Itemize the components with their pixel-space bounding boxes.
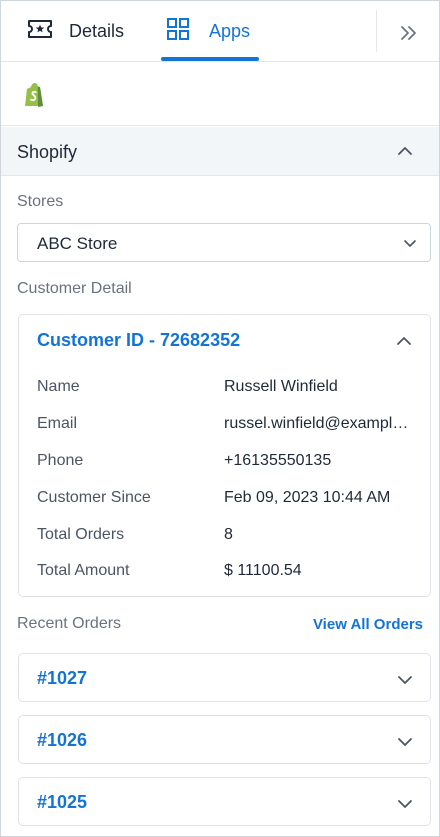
recent-orders-label: Recent Orders — [17, 615, 122, 632]
view-all-orders-link[interactable]: View All Orders — [313, 616, 423, 633]
app-panel: Details Apps Shopify Stores ABC Store Cu… — [0, 0, 440, 837]
customer-collapse-toggle[interactable] — [394, 331, 414, 351]
order-item[interactable]: #1025 — [18, 777, 431, 826]
active-tab-indicator — [161, 57, 259, 61]
grid-icon — [167, 17, 189, 45]
detail-key: Phone — [37, 452, 84, 469]
detail-value: 8 — [224, 526, 233, 543]
detail-key: Customer Since — [37, 489, 151, 506]
order-id: #1027 — [37, 668, 88, 688]
detail-row-total-orders: Total Orders 8 — [37, 526, 427, 548]
section-title: Shopify — [17, 142, 78, 162]
order-item[interactable]: #1027 — [18, 653, 431, 702]
tab-divider — [376, 10, 377, 52]
detail-row-name: Name Russell Winfield — [37, 378, 427, 400]
detail-row-total-amount: Total Amount $ 11100.54 — [37, 562, 427, 584]
store-select-value: ABC Store — [37, 234, 118, 253]
chevron-up-icon — [395, 141, 415, 161]
chevron-down-icon — [402, 235, 418, 251]
detail-key: Total Orders — [37, 526, 125, 543]
order-id: #1025 — [37, 792, 88, 812]
customer-detail-label: Customer Detail — [17, 280, 132, 297]
chevron-down-icon — [395, 670, 415, 690]
customer-id-title: Customer ID - 72682352 — [37, 330, 241, 350]
tab-apps-label: Apps — [209, 20, 251, 41]
double-chevron-right-icon — [397, 26, 421, 49]
stores-label: Stores — [17, 193, 64, 210]
detail-key: Total Amount — [37, 562, 130, 579]
detail-row-phone: Phone +16135550135 — [37, 452, 427, 474]
tab-apps[interactable]: Apps — [161, 1, 259, 61]
tab-bar: Details Apps — [1, 1, 439, 62]
tab-details-label: Details — [69, 20, 125, 41]
detail-value: russel.winfield@example.com — [224, 415, 412, 432]
detail-value: +16135550135 — [224, 452, 332, 469]
order-item[interactable]: #1026 — [18, 715, 431, 764]
installed-apps-row — [1, 62, 439, 126]
detail-value: $ 11100.54 — [224, 562, 302, 579]
detail-row-email: Email russel.winfield@example.com — [37, 415, 427, 437]
detail-row-customer-since: Customer Since Feb 09, 2023 10:44 AM — [37, 489, 427, 511]
detail-value: Feb 09, 2023 10:44 AM — [224, 489, 391, 506]
detail-key: Name — [37, 378, 80, 395]
detail-key: Email — [37, 415, 78, 432]
store-select[interactable]: ABC Store — [17, 223, 431, 262]
collapse-panel-button[interactable] — [397, 21, 421, 45]
ticket-icon — [27, 19, 53, 44]
shopify-section-header[interactable]: Shopify — [1, 127, 439, 176]
chevron-down-icon — [395, 794, 415, 814]
tab-details[interactable]: Details — [27, 1, 124, 61]
chevron-down-icon — [395, 732, 415, 752]
shopify-logo-icon[interactable] — [23, 82, 47, 108]
order-id: #1026 — [37, 730, 88, 750]
detail-value: Russell Winfield — [224, 378, 338, 395]
customer-detail-card: Customer ID - 72682352 Name Russell Winf… — [18, 314, 431, 597]
